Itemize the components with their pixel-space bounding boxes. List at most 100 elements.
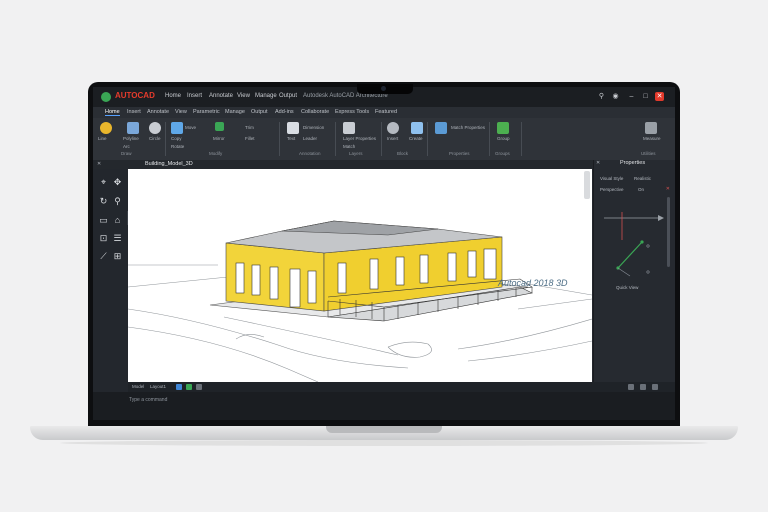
- properties-panel: ✕ Properties Visual Style Realistic Pers…: [593, 160, 675, 382]
- measure-button[interactable]: Measure: [643, 136, 661, 141]
- ortho-toggle-icon[interactable]: [196, 384, 202, 390]
- panel-close-icon[interactable]: ✕: [596, 160, 600, 166]
- panel-row-value[interactable]: On: [638, 187, 644, 192]
- create-block-button[interactable]: Create: [409, 136, 423, 141]
- trim-button[interactable]: Trim: [245, 125, 254, 130]
- minimize-icon[interactable]: –: [627, 92, 636, 101]
- tab-home[interactable]: Home: [105, 109, 120, 116]
- tab-insert[interactable]: Insert: [127, 109, 141, 115]
- model-viewport[interactable]: [128, 169, 592, 382]
- layer-properties-button[interactable]: Layer Properties: [343, 136, 376, 141]
- menu-item-manage[interactable]: Manage: [255, 93, 277, 99]
- maximize-icon[interactable]: □: [641, 92, 650, 101]
- menu-item-home[interactable]: Home: [165, 93, 181, 99]
- menu-item-output[interactable]: Output: [279, 93, 297, 99]
- grid-tool-icon[interactable]: ⊞: [112, 251, 123, 262]
- ribbon-separator: [279, 122, 280, 156]
- wall-tool-icon[interactable]: ▭: [98, 215, 109, 226]
- circle-icon[interactable]: [149, 122, 161, 134]
- polyline-icon[interactable]: [127, 122, 139, 134]
- window-tool-icon[interactable]: ⊡: [98, 233, 109, 244]
- copy-button[interactable]: Copy: [171, 136, 182, 141]
- orbit-tool-icon[interactable]: ↻: [98, 196, 109, 207]
- panel-scrollbar[interactable]: [667, 197, 670, 267]
- panel-caption: Quick View: [616, 285, 639, 290]
- arc-button[interactable]: Arc: [123, 144, 130, 149]
- line-icon[interactable]: [100, 122, 112, 134]
- settings-icon[interactable]: [628, 384, 634, 390]
- menu-item-annotate[interactable]: Annotate: [209, 93, 233, 99]
- menu-item-view[interactable]: View: [237, 93, 250, 99]
- model-tab[interactable]: Model: [132, 384, 144, 389]
- layer-match-button[interactable]: Match: [343, 144, 355, 149]
- command-input[interactable]: Type a command: [129, 397, 167, 403]
- insert-block-icon[interactable]: [387, 122, 399, 134]
- laptop-shadow: [60, 440, 708, 446]
- insert-block-button[interactable]: Insert: [387, 136, 398, 141]
- rotate-button[interactable]: Rotate: [171, 144, 184, 149]
- tab-annotate[interactable]: Annotate: [147, 109, 169, 115]
- mirror-icon[interactable]: [215, 122, 224, 131]
- app-logo-icon[interactable]: [101, 92, 111, 102]
- measure-icon[interactable]: [645, 122, 657, 134]
- group-button[interactable]: Group: [497, 136, 510, 141]
- match-properties-button[interactable]: Match Properties: [451, 125, 485, 130]
- text-button[interactable]: Text: [287, 136, 295, 141]
- group-icon[interactable]: [497, 122, 509, 134]
- layout-tab[interactable]: Layout1: [150, 384, 166, 389]
- panel-label-utilities: Utilities: [641, 151, 656, 156]
- leader-button[interactable]: Leader: [303, 136, 317, 141]
- row-remove-icon[interactable]: ✕: [666, 186, 670, 192]
- polyline-button[interactable]: Polyline: [123, 136, 139, 141]
- circle-button[interactable]: Circle: [149, 136, 161, 141]
- ribbon-separator: [335, 122, 336, 156]
- measure-tool-icon[interactable]: ⟋: [98, 251, 109, 262]
- tab-view[interactable]: View: [175, 109, 187, 115]
- menu-item-insert[interactable]: Insert: [187, 93, 202, 99]
- mirror-button[interactable]: Mirror: [213, 136, 225, 141]
- tab-manage[interactable]: Manage: [225, 109, 245, 115]
- building-model-drawing: [128, 220, 592, 382]
- panel-label-properties: Properties: [449, 151, 470, 156]
- line-button[interactable]: Line: [98, 136, 107, 141]
- tab-output[interactable]: Output: [251, 109, 268, 115]
- ribbon-separator: [489, 122, 490, 156]
- pan-tool-icon[interactable]: ✥: [112, 177, 123, 188]
- command-line[interactable]: Type a command: [93, 392, 675, 420]
- workspace-icon[interactable]: [640, 384, 646, 390]
- match-properties-icon[interactable]: [435, 122, 447, 134]
- create-block-icon[interactable]: [411, 122, 423, 134]
- panel-label-annotation: Annotation: [299, 151, 321, 156]
- close-icon[interactable]: ✕: [655, 92, 664, 101]
- search-icon[interactable]: ⚲: [597, 92, 606, 101]
- document-tab[interactable]: Building_Model_3D: [145, 161, 193, 167]
- document-tab-bar: ✕ Building_Model_3D: [93, 160, 675, 169]
- snap-toggle-icon[interactable]: [186, 384, 192, 390]
- dimension-button[interactable]: Dimension: [303, 125, 324, 130]
- tab-featured[interactable]: Featured: [375, 109, 397, 115]
- stair-tool-icon[interactable]: ☰: [112, 233, 123, 244]
- door-tool-icon[interactable]: ⌂: [112, 215, 123, 226]
- ribbon-separator: [381, 122, 382, 156]
- text-icon[interactable]: [287, 122, 299, 134]
- tab-collaborate[interactable]: Collaborate: [301, 109, 329, 115]
- select-tool-icon[interactable]: ⌖: [98, 177, 109, 188]
- tab-add-ins[interactable]: Add-ins: [275, 109, 294, 115]
- close-doc-icon[interactable]: ✕: [97, 161, 101, 167]
- move-button[interactable]: Move: [185, 125, 196, 130]
- tab-parametric[interactable]: Parametric: [193, 109, 220, 115]
- panel-row-value[interactable]: Realistic: [634, 176, 651, 181]
- fullscreen-icon[interactable]: [652, 384, 658, 390]
- zoom-tool-icon[interactable]: ⚲: [112, 196, 123, 207]
- left-toolbar: ⌖ ✥ ↻ ⚲ ▭ ⌂ ⊡ ☰ ⟋ ⊞: [93, 169, 127, 382]
- user-icon[interactable]: ◉: [611, 92, 620, 101]
- ribbon: Line Polyline Circle Arc Draw Move Copy …: [93, 118, 675, 161]
- layer-properties-icon[interactable]: [343, 122, 355, 134]
- tab-express-tools[interactable]: Express Tools: [335, 109, 369, 115]
- viewcube-icon[interactable]: [584, 171, 590, 199]
- move-icon[interactable]: [171, 122, 183, 134]
- laptop: AUTOCAD Home Insert Annotate View Manage…: [0, 0, 768, 512]
- panel-label-layers: Layers: [349, 151, 363, 156]
- grid-toggle-icon[interactable]: [176, 384, 182, 390]
- fillet-button[interactable]: Fillet: [245, 136, 255, 141]
